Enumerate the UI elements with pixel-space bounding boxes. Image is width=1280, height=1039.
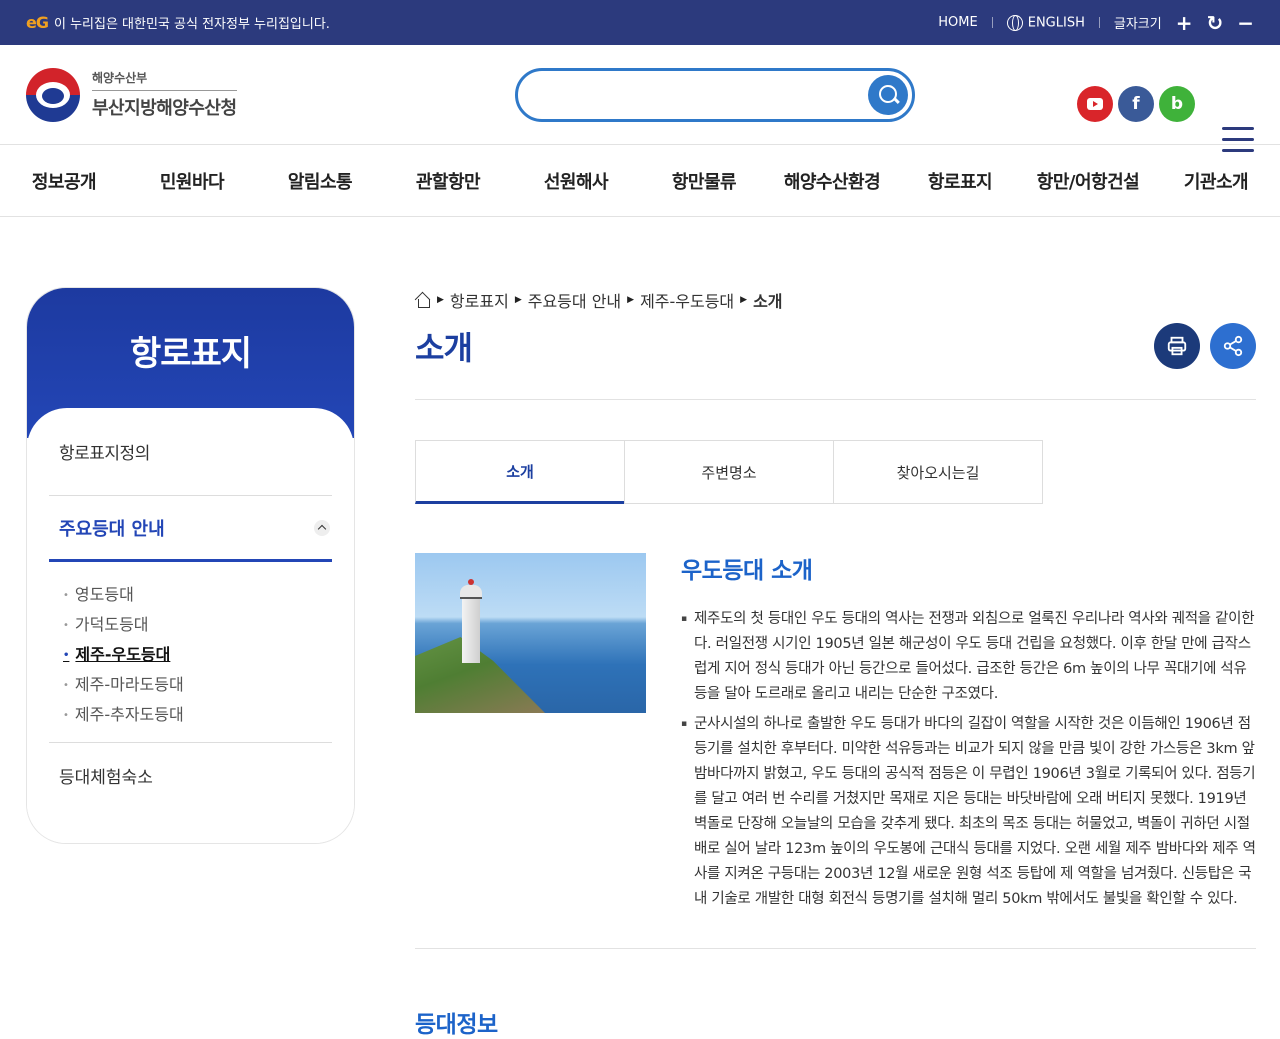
intro-paragraph: 제주도의 첫 등대인 우도 등대의 역사는 전쟁과 외침으로 얼룩진 우리나라 … bbox=[681, 607, 1256, 707]
arrow-icon: ▶ bbox=[627, 295, 635, 305]
ministry-name: 해양수산부 bbox=[92, 71, 148, 85]
menu-icon[interactable] bbox=[1222, 127, 1254, 153]
nav-about[interactable]: 기관소개 bbox=[1152, 168, 1280, 194]
nav-info-disclosure[interactable]: 정보공개 bbox=[0, 168, 128, 194]
nav-environment[interactable]: 해양수산환경 bbox=[768, 168, 896, 194]
side-nav-active-label: 주요등대 안내 bbox=[59, 518, 165, 540]
breadcrumb: ▶ 항로표지 ▶ 주요등대 안내 ▶ 제주-우도등대 ▶ 소개 bbox=[415, 288, 1256, 312]
font-reset-icon[interactable]: ↻ bbox=[1206, 13, 1223, 33]
subnav-item[interactable]: 가덕도등대 bbox=[63, 610, 332, 640]
home-link[interactable]: HOME bbox=[938, 15, 977, 30]
nav-logistics[interactable]: 항만물류 bbox=[640, 168, 768, 194]
nav-civil-service[interactable]: 민원바다 bbox=[128, 168, 256, 194]
search-box bbox=[515, 68, 915, 122]
breadcrumb-item[interactable]: 항로표지 bbox=[450, 288, 509, 312]
print-button[interactable] bbox=[1154, 322, 1200, 369]
font-increase-icon[interactable]: + bbox=[1176, 13, 1193, 33]
english-link[interactable]: ENGLISH bbox=[1006, 14, 1085, 31]
content-tabs: 소개 주변명소 찾아오시는길 bbox=[415, 440, 1256, 504]
lighthouse-photo bbox=[415, 553, 646, 713]
egov-logo-icon: eG bbox=[26, 13, 49, 32]
arrow-icon: ▶ bbox=[740, 295, 748, 305]
page-title: 소개 bbox=[415, 328, 473, 367]
side-nav-item[interactable]: 항로표지정의 bbox=[49, 408, 332, 496]
main-content: ▶ 항로표지 ▶ 주요등대 안내 ▶ 제주-우도등대 ▶ 소개 소개 소개 주변… bbox=[415, 288, 1256, 1039]
side-subnav: 영도등대 가덕도등대 제주-우도등대 제주-마라도등대 제주-추자도등대 bbox=[49, 562, 332, 743]
facebook-icon[interactable]: f bbox=[1118, 86, 1154, 122]
side-nav: 항로표지 항로표지정의 주요등대 안내 영도등대 가덕도등대 제주-우도등대 제… bbox=[26, 287, 355, 844]
nav-ports[interactable]: 관할항만 bbox=[384, 168, 512, 194]
arrow-icon: ▶ bbox=[514, 295, 522, 305]
font-size-label: 글자크기 bbox=[1113, 17, 1162, 32]
breadcrumb-current: 소개 bbox=[753, 292, 783, 311]
breadcrumb-item[interactable]: 제주-우도등대 bbox=[640, 288, 734, 312]
arrow-icon: ▶ bbox=[437, 295, 444, 305]
subnav-item[interactable]: 영도등대 bbox=[63, 580, 332, 610]
divider bbox=[415, 948, 1256, 949]
breadcrumb-item[interactable]: 주요등대 안내 bbox=[528, 288, 621, 312]
site-logo[interactable]: 해양수산부 부산지방해양수산청 bbox=[26, 67, 237, 122]
font-decrease-icon[interactable]: − bbox=[1237, 13, 1254, 33]
tab-directions[interactable]: 찾아오시는길 bbox=[833, 440, 1043, 504]
tab-nearby[interactable]: 주변명소 bbox=[624, 440, 834, 504]
intro-heading: 우도등대 소개 bbox=[681, 558, 813, 584]
search-button[interactable] bbox=[868, 75, 908, 115]
taegeuk-emblem-icon bbox=[26, 67, 80, 122]
office-name: 부산지방해양수산청 bbox=[92, 90, 237, 120]
blog-icon[interactable]: b bbox=[1159, 86, 1195, 122]
section-heading: 등대정보 bbox=[415, 1012, 498, 1038]
divider bbox=[991, 17, 993, 28]
chevron-up-icon[interactable] bbox=[314, 519, 330, 536]
gov-notice: 이 누리집은 대한민국 공식 전자정부 누리집입니다. bbox=[53, 17, 330, 32]
divider bbox=[1098, 17, 1100, 28]
nav-seafarers[interactable]: 선원해사 bbox=[512, 168, 640, 194]
nav-aids-to-navigation[interactable]: 항로표지 bbox=[896, 168, 1024, 194]
home-icon[interactable] bbox=[415, 293, 431, 308]
side-nav-item[interactable]: 등대체험숙소 bbox=[49, 743, 332, 807]
share-icon bbox=[1223, 335, 1243, 356]
side-nav-item-active[interactable]: 주요등대 안내 bbox=[49, 496, 332, 562]
english-label: ENGLISH bbox=[1027, 15, 1085, 30]
nav-news[interactable]: 알림소통 bbox=[256, 168, 384, 194]
subnav-item[interactable]: 제주-추자도등대 bbox=[63, 700, 332, 730]
site-header: 해양수산부 부산지방해양수산청 f b bbox=[0, 45, 1280, 152]
subnav-item[interactable]: 제주-마라도등대 bbox=[63, 670, 332, 700]
nav-construction[interactable]: 항만/어항건설 bbox=[1024, 168, 1152, 194]
social-links: f b bbox=[1077, 86, 1195, 122]
tab-intro[interactable]: 소개 bbox=[415, 440, 625, 504]
intro-section: 우도등대 소개 제주도의 첫 등대인 우도 등대의 역사는 전쟁과 외침으로 얼… bbox=[415, 553, 1256, 917]
subnav-item-current[interactable]: 제주-우도등대 bbox=[63, 640, 332, 670]
intro-paragraph: 군사시설의 하나로 출발한 우도 등대가 바다의 길잡이 역할을 시작한 것은 … bbox=[681, 712, 1256, 912]
share-button[interactable] bbox=[1210, 322, 1256, 369]
main-nav: 정보공개 민원바다 알림소통 관할항만 선원해사 항만물류 해양수산환경 항로표… bbox=[0, 145, 1280, 217]
youtube-icon[interactable] bbox=[1077, 86, 1113, 122]
printer-icon bbox=[1167, 336, 1187, 355]
gov-banner: eG 이 누리집은 대한민국 공식 전자정부 누리집입니다. HOME ENGL… bbox=[0, 0, 1280, 45]
search-input[interactable] bbox=[538, 71, 878, 119]
globe-icon bbox=[1006, 14, 1023, 31]
